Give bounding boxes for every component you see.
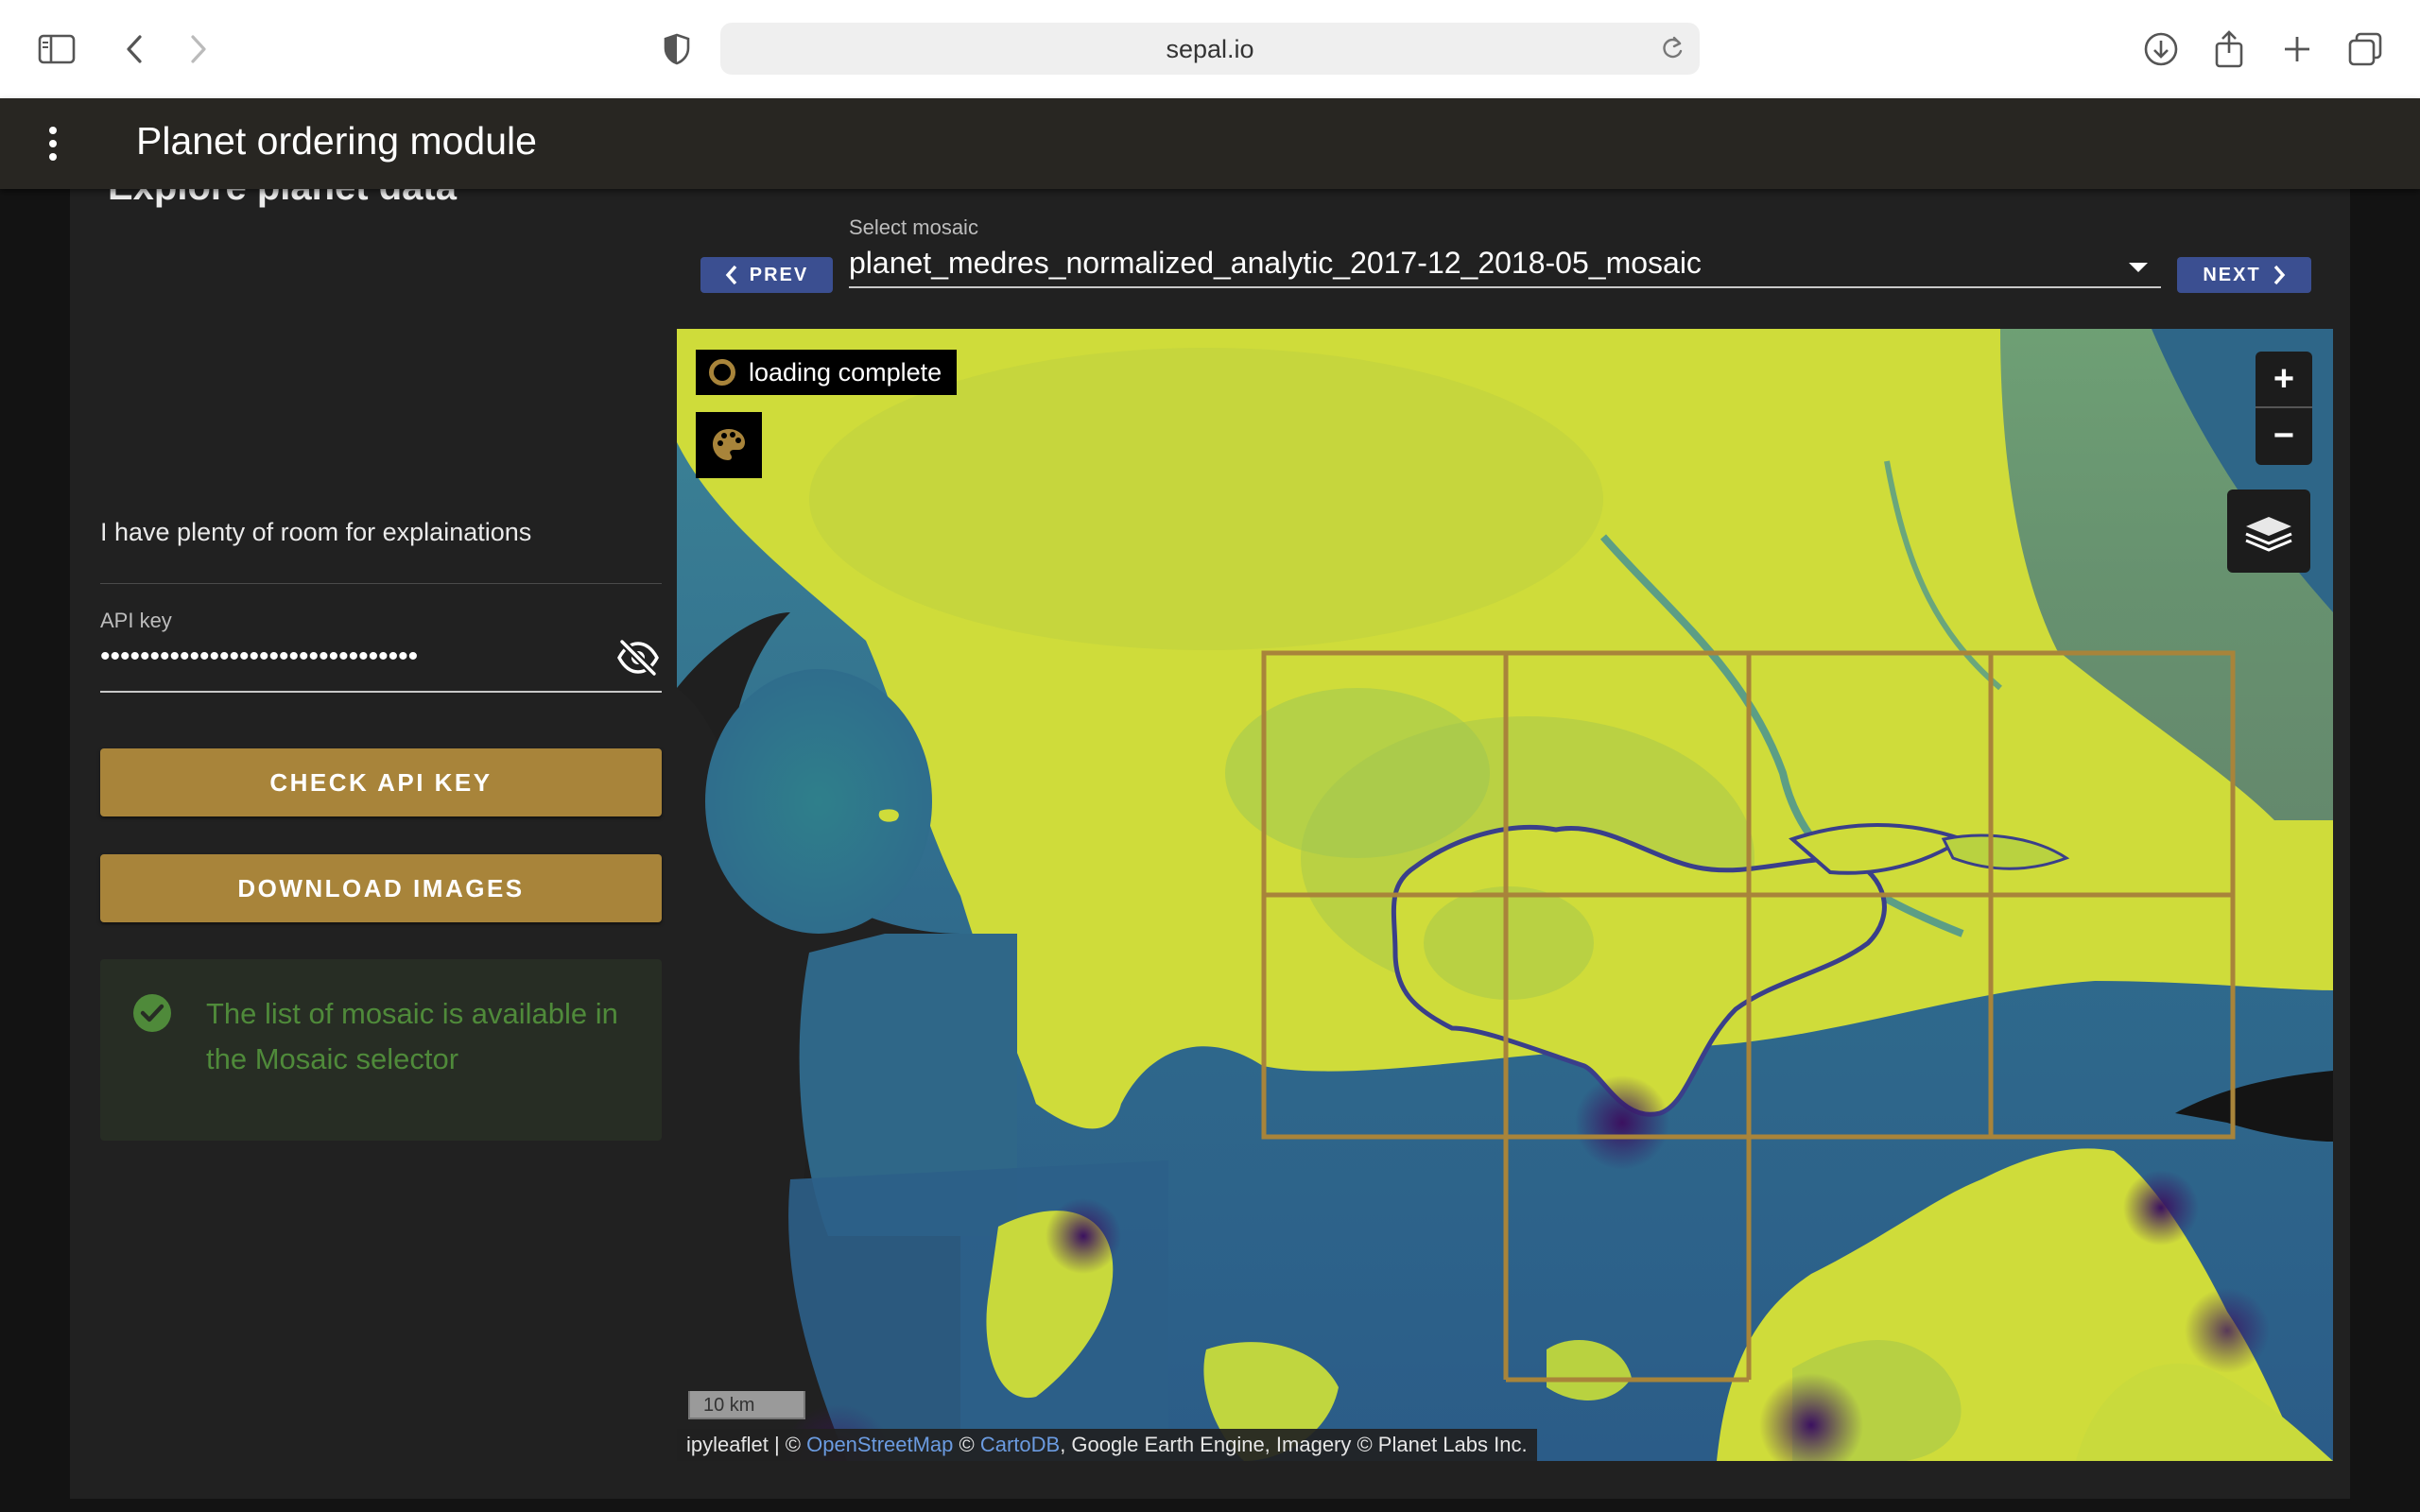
mosaic-select-underline	[849, 286, 2161, 288]
attribution-suffix: , Google Earth Engine, Imagery © Planet …	[1060, 1433, 1528, 1456]
tabs-icon[interactable]	[2342, 26, 2388, 72]
check-api-key-button[interactable]: CHECK API KEY	[100, 748, 662, 816]
mosaic-select[interactable]: planet_medres_normalized_analytic_2017-1…	[849, 246, 1702, 281]
prev-label: PREV	[749, 264, 809, 285]
zoom-control: + −	[2256, 352, 2312, 465]
map-view[interactable]: loading complete + − 10 km ipyleaflet | …	[677, 329, 2333, 1461]
cartodb-link[interactable]: CartoDB	[980, 1433, 1060, 1456]
api-key-label: API key	[100, 609, 172, 632]
dropdown-arrow-icon[interactable]	[2129, 263, 2148, 272]
openstreetmap-link[interactable]: OpenStreetMap	[806, 1433, 953, 1456]
reload-icon[interactable]	[1660, 35, 1685, 66]
api-key-underline	[100, 691, 662, 693]
prev-button[interactable]: PREV	[700, 257, 833, 293]
explanation-text: I have plenty of room for explainations	[100, 518, 532, 546]
attribution-middle: ©	[953, 1433, 980, 1456]
forward-icon[interactable]	[176, 26, 221, 72]
app-title: Planet ordering module	[136, 119, 537, 163]
app-bar: Planet ordering module	[0, 98, 2420, 189]
scale-bar: 10 km	[688, 1391, 805, 1419]
next-label: NEXT	[2203, 264, 2261, 285]
loading-ring-icon	[709, 359, 735, 386]
map-attribution: ipyleaflet | © OpenStreetMap © CartoDB, …	[677, 1429, 1537, 1461]
palette-icon[interactable]	[696, 412, 762, 478]
url-text: sepal.io	[1166, 35, 1254, 63]
address-bar[interactable]: sepal.io	[720, 23, 1700, 75]
loading-status: loading complete	[696, 350, 958, 395]
success-alert: The list of mosaic is available in the M…	[100, 959, 662, 1141]
download-images-button[interactable]: DOWNLOAD IMAGES	[100, 854, 662, 922]
alert-message: The list of mosaic is available in the M…	[206, 997, 618, 1075]
shield-icon[interactable]	[654, 26, 700, 72]
sidebar-icon[interactable]	[34, 26, 79, 72]
check-circle-icon	[132, 993, 172, 1038]
back-icon[interactable]	[112, 26, 157, 72]
next-button[interactable]: NEXT	[2177, 257, 2311, 293]
more-vert-icon[interactable]	[34, 123, 72, 164]
browser-toolbar: sepal.io	[0, 0, 2420, 99]
zoom-in-button[interactable]: +	[2256, 352, 2312, 406]
visibility-off-icon[interactable]	[616, 639, 660, 681]
chevron-left-icon	[725, 265, 737, 285]
loading-text: loading complete	[749, 357, 942, 387]
zoom-out-button[interactable]: −	[2256, 408, 2312, 463]
chevron-right-icon	[2273, 265, 2285, 285]
share-icon[interactable]	[2206, 26, 2252, 72]
download-icon[interactable]	[2138, 26, 2184, 72]
api-key-field[interactable]: ••••••••••••••••••••••••••••••••	[100, 641, 418, 673]
layers-icon[interactable]	[2227, 490, 2310, 573]
divider	[100, 583, 662, 584]
new-tab-icon[interactable]	[2274, 26, 2320, 72]
map-imagery	[677, 329, 2333, 1461]
attribution-prefix: ipyleaflet | ©	[686, 1433, 807, 1456]
mosaic-select-label: Select mosaic	[849, 215, 978, 239]
